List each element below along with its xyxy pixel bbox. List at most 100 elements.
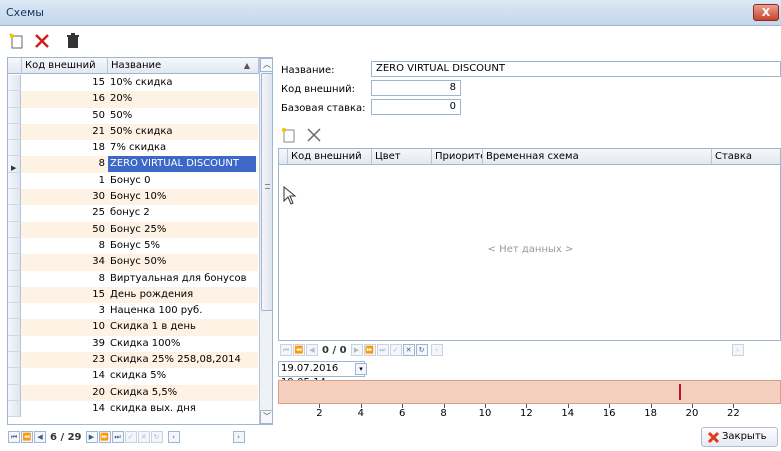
row-indicator[interactable] [8,286,21,304]
table-row[interactable]: 50 Бонус 25% [8,221,258,238]
row-indicator-header [8,58,22,74]
table-row[interactable]: 30 Бонус 10% [8,189,258,206]
scroll-left-icon[interactable]: ‹ [167,431,180,443]
rates-scroll-left-icon[interactable]: ‹ [430,344,443,356]
cell-name: 50% [110,109,133,121]
table-row[interactable]: 10 Скидка 1 в день [8,319,258,336]
table-row[interactable]: 34 Бонус 50% [8,254,258,271]
table-row[interactable]: 16 20% [8,91,258,108]
window-close-button[interactable]: X [753,4,779,21]
row-indicator[interactable] [8,384,21,401]
row-indicator[interactable] [8,400,21,418]
table-row[interactable]: 23 Скидка 25% 258,08,2014 [8,352,258,369]
column-header-code[interactable]: Код внешний [22,58,108,74]
rates-column-time-scheme[interactable]: Временная схема [483,149,712,165]
left-navigator: ⏮ ⏪ ◀ 6 / 29 ▶ ⏩ ⏭ ✓ ✕ ↻ ‹ › [8,428,245,446]
scroll-up-button[interactable]: ︿ [260,58,272,72]
table-row[interactable]: 8 Виртуальная для бонусов [8,270,258,287]
datetime-field[interactable]: 19.07.2016 19:05:14 [278,361,365,388]
apply-icon[interactable]: ✓ [124,431,137,443]
column-header-name[interactable]: Название ▲ [108,58,259,74]
new-icon[interactable] [8,32,26,50]
timeline-tick-label: 12 [520,408,533,419]
next-record-icon[interactable]: ▶ [85,431,98,443]
scroll-right-icon[interactable]: › [232,431,245,443]
rates-scroll-right-icon[interactable]: › [731,344,744,356]
rates-prev-page-icon[interactable]: ⏪ [293,344,305,356]
row-indicator[interactable] [8,75,21,92]
rates-first-icon[interactable]: ⏮ [280,344,292,356]
timeline-bar[interactable] [278,380,781,404]
row-indicator[interactable] [8,172,21,190]
table-row[interactable]: ▶ 8 ZERO VIRTUAL DISCOUNT [8,155,258,174]
table-row[interactable]: 20 Скидка 5,5% [8,384,258,401]
table-row[interactable]: 8 Бонус 5% [8,237,258,255]
row-indicator[interactable] [8,237,21,255]
row-indicator[interactable] [8,303,21,320]
rates-column-rate[interactable]: Ставка [712,149,780,165]
row-indicator[interactable] [8,254,21,271]
base-rate-field[interactable]: 0 [371,99,461,115]
rates-refresh-icon[interactable]: ↻ [415,344,428,356]
row-indicator[interactable]: ▶ [8,156,21,173]
trash-icon[interactable] [64,32,82,50]
table-row[interactable]: 3 Наценка 100 руб. [8,303,258,320]
rates-prev-icon[interactable]: ◀ [306,344,318,356]
table-row[interactable]: 15 День рождения [8,286,258,304]
table-row[interactable]: 25 бонус 2 [8,205,258,222]
table-row[interactable]: 14 скидка вых. дня [8,400,258,418]
delete-row-icon[interactable] [305,126,323,144]
row-indicator[interactable] [8,140,21,157]
row-indicator[interactable] [8,335,21,353]
table-row[interactable]: 15 10% скидка [8,75,258,92]
main-toolbar [0,27,781,57]
cell-code: 14 [92,402,105,414]
delete-icon[interactable] [33,32,51,50]
table-row[interactable]: 39 Скидка 100% [8,335,258,353]
rates-column-priority[interactable]: Приоритет [432,149,483,165]
rates-apply-icon[interactable]: ✓ [389,344,402,356]
refresh-icon[interactable]: ↻ [150,431,163,443]
table-row[interactable]: 18 7% скидка [8,140,258,157]
cell-code: 34 [92,256,105,268]
rates-column-code[interactable]: Код внешний [288,149,372,165]
base-rate-label: Базовая ставка: [281,103,366,114]
cell-code: 15 [92,77,105,88]
last-record-icon[interactable]: ⏭ [111,431,124,443]
row-indicator[interactable] [8,91,21,108]
first-record-icon[interactable]: ⏮ [8,431,20,443]
cancel-icon[interactable]: ✕ [137,431,150,443]
table-row[interactable]: 14 скидка 5% [8,368,258,385]
code-field[interactable]: 8 [371,80,461,96]
row-indicator[interactable] [8,270,21,287]
timeline-tick-label: 14 [561,408,575,419]
close-button[interactable]: Закрыть [701,427,778,447]
row-indicator[interactable] [8,205,21,222]
prev-page-icon[interactable]: ⏪ [21,431,33,443]
row-indicator[interactable] [8,368,21,385]
table-row[interactable]: 1 Бонус 0 [8,172,258,190]
row-indicator[interactable] [8,123,21,141]
rates-last-icon[interactable]: ⏭ [376,344,389,356]
table-row[interactable]: 50 50% [8,107,258,124]
table-row[interactable]: 21 50% скидка [8,123,258,141]
prev-record-icon[interactable]: ◀ [34,431,46,443]
rates-column-color[interactable]: Цвет [372,149,432,165]
scroll-thumb[interactable] [261,73,272,311]
scroll-down-button[interactable]: ﹀ [260,410,272,424]
rates-cancel-icon[interactable]: ✕ [402,344,415,356]
datetime-dropdown-icon[interactable]: ▾ [355,363,367,375]
cell-code: 8 [98,158,105,170]
row-indicator[interactable] [8,319,21,336]
row-indicator[interactable] [8,107,21,124]
name-field[interactable]: ZERO VIRTUAL DISCOUNT [371,61,781,77]
row-indicator[interactable] [8,352,21,369]
new-row-icon[interactable] [280,126,298,144]
row-indicator[interactable] [8,221,21,238]
row-indicator[interactable] [8,189,21,206]
timeline-scale: 2 4 6 8 10 12 14 16 18 20 22 [278,404,781,424]
rates-next-icon[interactable]: ▶ [350,344,363,356]
next-page-icon[interactable]: ⏩ [98,431,111,443]
vertical-scrollbar[interactable]: ︿ ﹀ [259,58,272,424]
rates-next-page-icon[interactable]: ⏩ [363,344,376,356]
